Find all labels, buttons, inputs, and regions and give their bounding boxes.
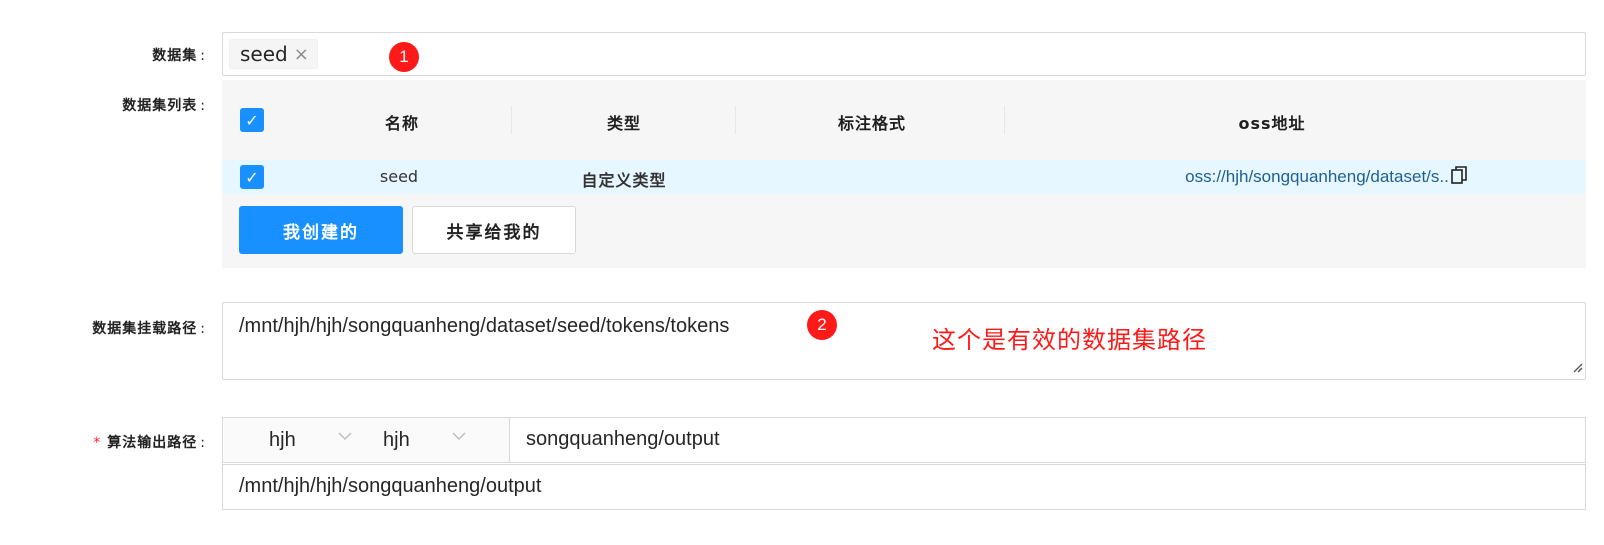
annotation-badge-1: 1 xyxy=(389,42,419,72)
colon: : xyxy=(200,321,206,337)
dataset-label: 数据集: xyxy=(6,45,206,65)
bucket-select-1-value: hjh xyxy=(269,428,296,451)
output-path-label: * 算法输出路径: xyxy=(6,432,206,452)
required-mark: * xyxy=(93,435,102,451)
bucket-select-2-value: hjh xyxy=(383,428,410,451)
cell-oss[interactable]: oss://hjh/songquanheng/dataset/s.. xyxy=(1106,166,1546,189)
dataset-tag: seed × xyxy=(229,39,318,69)
dataset-list-label-text: 数据集列表 xyxy=(122,98,198,114)
dataset-tag-label: seed xyxy=(240,42,288,66)
cell-name: seed xyxy=(379,167,419,186)
colon: : xyxy=(200,98,206,114)
column-divider xyxy=(1004,106,1005,134)
divider xyxy=(509,418,510,462)
column-header-format: 标注格式 xyxy=(837,114,906,133)
column-divider xyxy=(511,106,512,134)
dataset-select[interactable]: seed × xyxy=(222,32,1586,76)
chevron-down-icon xyxy=(451,428,467,447)
annotation-text: 这个是有效的数据集路径 xyxy=(932,326,1207,354)
mount-path-label: 数据集挂载路径: xyxy=(6,318,206,338)
created-by-me-button[interactable]: 我创建的 xyxy=(239,206,403,254)
colon: : xyxy=(200,435,206,451)
output-path-group: hjh hjh songquanheng/output xyxy=(222,417,1586,463)
colon: : xyxy=(200,48,206,64)
oss-link[interactable]: oss://hjh/songquanheng/dataset/s.. xyxy=(1185,167,1449,186)
annotation-badge-2: 2 xyxy=(807,310,837,340)
dataset-table-panel: ✓ 名称 类型 标注格式 oss地址 ✓ seed 自定义类型 oss://hj… xyxy=(222,80,1586,268)
output-path-input[interactable]: songquanheng/output xyxy=(526,428,720,451)
mount-path-label-text: 数据集挂载路径 xyxy=(92,321,198,337)
chevron-down-icon xyxy=(337,428,353,447)
resize-handle-icon[interactable] xyxy=(1571,358,1583,377)
table-header: ✓ 名称 类型 标注格式 oss地址 xyxy=(222,80,1586,160)
bucket-select-2[interactable]: hjh xyxy=(363,418,509,462)
shared-with-me-button[interactable]: 共享给我的 xyxy=(412,206,576,254)
select-all-checkbox[interactable]: ✓ xyxy=(240,108,264,132)
dataset-label-text: 数据集 xyxy=(152,48,198,64)
bucket-select-1[interactable]: hjh xyxy=(223,418,363,462)
column-header-type: 类型 xyxy=(606,114,641,133)
table-row[interactable]: ✓ seed 自定义类型 oss://hjh/songquanheng/data… xyxy=(222,160,1586,194)
column-header-oss: oss地址 xyxy=(1238,114,1306,133)
column-header-name: 名称 xyxy=(384,114,419,133)
tag-close-icon[interactable]: × xyxy=(294,44,309,65)
cell-type: 自定义类型 xyxy=(581,171,667,190)
copy-icon[interactable] xyxy=(1451,166,1467,189)
output-full-path-value: /mnt/hjh/hjh/songquanheng/output xyxy=(239,475,542,497)
mount-path-value[interactable]: /mnt/hjh/hjh/songquanheng/dataset/seed/t… xyxy=(239,315,729,338)
row-checkbox[interactable]: ✓ xyxy=(240,165,264,189)
mount-path-textarea[interactable]: /mnt/hjh/hjh/songquanheng/dataset/seed/t… xyxy=(222,302,1586,380)
output-path-label-text: 算法输出路径 xyxy=(107,435,198,451)
dataset-list-label: 数据集列表: xyxy=(6,95,206,115)
output-full-path-field[interactable]: /mnt/hjh/hjh/songquanheng/output xyxy=(222,464,1586,510)
column-divider xyxy=(735,106,736,134)
